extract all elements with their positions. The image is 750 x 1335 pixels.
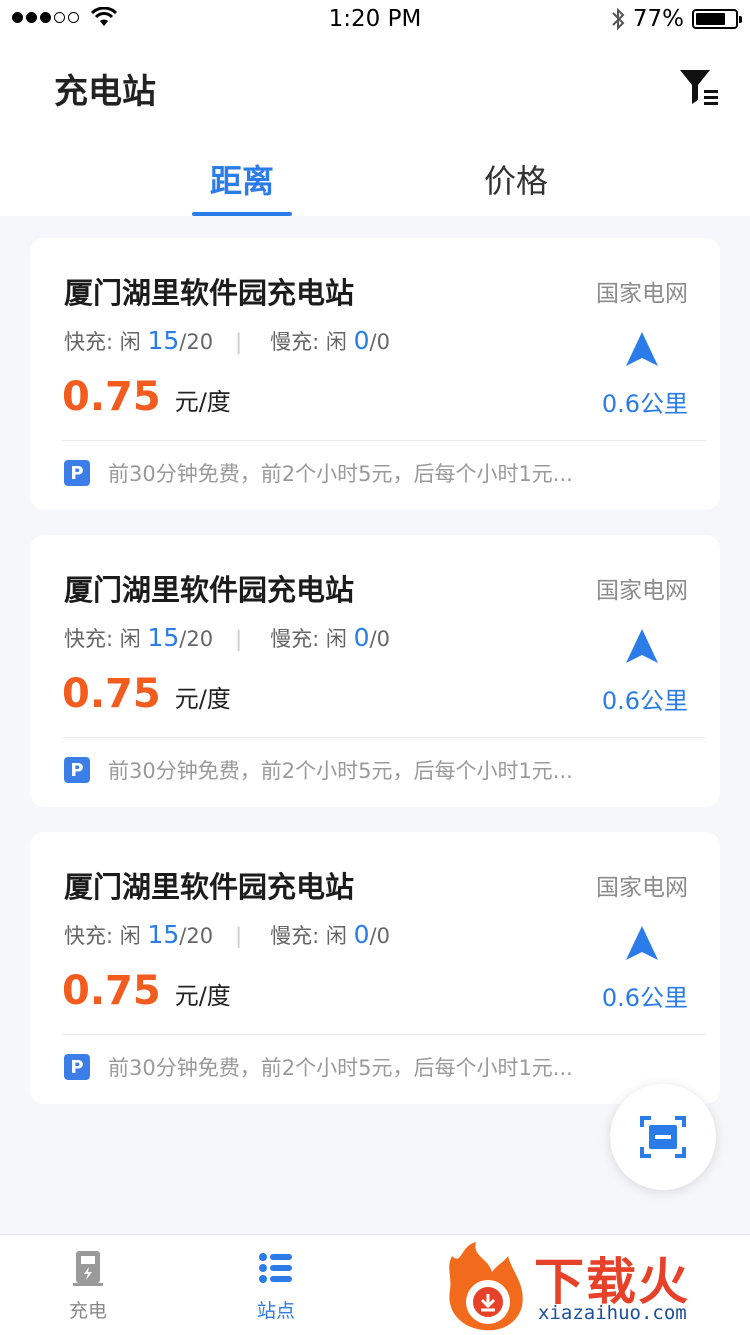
price-row: 0.75 元/度 bbox=[62, 374, 231, 420]
battery-percent: 77% bbox=[632, 6, 684, 32]
tabbar-label-charge: 充电 bbox=[68, 1300, 107, 1322]
parking-note: 前30分钟免费，前2个小时5元，后每个小时1元... bbox=[108, 1056, 573, 1080]
slow-idle-label: 闲 bbox=[325, 330, 347, 354]
station-card[interactable]: 厦门湖里软件园充电站 国家电网 快充: 闲 15/20 | 慢充: 闲 0/0 … bbox=[30, 535, 720, 807]
fast-idle-label: 闲 bbox=[119, 627, 141, 651]
scan-icon bbox=[640, 1116, 686, 1158]
divider bbox=[62, 440, 706, 441]
slow-idle-count: 0 bbox=[353, 623, 370, 652]
battery-fill bbox=[696, 13, 726, 25]
fast-idle-count: 15 bbox=[147, 920, 180, 949]
page-title: 充电站 bbox=[54, 72, 156, 112]
parking-icon: P bbox=[64, 460, 90, 486]
tab-price[interactable]: 价格 bbox=[446, 156, 586, 202]
fast-idle-label: 闲 bbox=[119, 330, 141, 354]
divider bbox=[62, 1034, 706, 1035]
slow-idle-label: 闲 bbox=[325, 627, 347, 651]
fast-charge-label: 快充: bbox=[64, 924, 114, 948]
header: 充电站 距离 价格 bbox=[0, 40, 750, 216]
list-icon bbox=[259, 1253, 292, 1283]
fast-total: /20 bbox=[179, 627, 214, 651]
slow-total: /0 bbox=[369, 924, 390, 948]
status-bar: 1:20 PM 77% bbox=[0, 0, 750, 40]
station-name: 厦门湖里软件园充电站 bbox=[64, 870, 355, 904]
slow-idle-count: 0 bbox=[353, 920, 370, 949]
separator: | bbox=[235, 330, 243, 354]
slow-total: /0 bbox=[369, 330, 390, 354]
station-card[interactable]: 厦门湖里软件园充电站 国家电网 快充: 闲 15/20 | 慢充: 闲 0/0 … bbox=[30, 238, 720, 510]
station-distance[interactable]: 0.6公里 bbox=[602, 978, 688, 1013]
parking-info: P 前30分钟免费，前2个小时5元，后每个小时1元... bbox=[64, 755, 573, 785]
fast-total: /20 bbox=[179, 330, 214, 354]
station-list: 厦门湖里软件园充电站 国家电网 快充: 闲 15/20 | 慢充: 闲 0/0 … bbox=[30, 238, 720, 1129]
watermark-url: xiazaihuo.com bbox=[538, 1302, 687, 1324]
battery-icon bbox=[692, 9, 742, 29]
separator: | bbox=[235, 627, 243, 651]
charger-availability: 快充: 闲 15/20 | 慢充: 闲 0/0 bbox=[64, 623, 390, 653]
price-value: 0.75 bbox=[62, 671, 161, 717]
scan-button[interactable] bbox=[610, 1084, 716, 1190]
price-unit: 元/度 bbox=[174, 685, 231, 713]
station-name: 厦门湖里软件园充电站 bbox=[64, 573, 355, 607]
tabbar-item-charge[interactable]: 充电 bbox=[38, 1249, 138, 1323]
tabbar-item-station[interactable]: 站点 bbox=[226, 1249, 326, 1323]
fast-idle-count: 15 bbox=[147, 326, 180, 355]
charger-availability: 快充: 闲 15/20 | 慢充: 闲 0/0 bbox=[64, 920, 390, 950]
sort-tabs: 距离 价格 bbox=[0, 150, 750, 216]
charging-pile-icon bbox=[73, 1251, 103, 1286]
tab-distance[interactable]: 距离 bbox=[172, 156, 312, 202]
price-value: 0.75 bbox=[62, 968, 161, 1014]
parking-info: P 前30分钟免费，前2个小时5元，后每个小时1元... bbox=[64, 458, 573, 488]
fast-idle-count: 15 bbox=[147, 623, 180, 652]
navigate-arrow-icon[interactable] bbox=[624, 924, 660, 962]
parking-note: 前30分钟免费，前2个小时5元，后每个小时1元... bbox=[108, 462, 573, 486]
price-row: 0.75 元/度 bbox=[62, 671, 231, 717]
price-value: 0.75 bbox=[62, 374, 161, 420]
station-name: 厦门湖里软件园充电站 bbox=[64, 276, 355, 310]
fast-idle-label: 闲 bbox=[119, 924, 141, 948]
slow-charge-label: 慢充: bbox=[270, 924, 320, 948]
fast-charge-label: 快充: bbox=[64, 330, 114, 354]
slow-idle-label: 闲 bbox=[325, 924, 347, 948]
parking-icon: P bbox=[64, 1054, 90, 1080]
slow-total: /0 bbox=[369, 627, 390, 651]
station-operator: 国家电网 bbox=[596, 578, 688, 604]
station-operator: 国家电网 bbox=[596, 875, 688, 901]
parking-icon: P bbox=[64, 757, 90, 783]
price-unit: 元/度 bbox=[174, 388, 231, 416]
fast-charge-label: 快充: bbox=[64, 627, 114, 651]
tab-active-indicator bbox=[192, 212, 292, 216]
navigate-arrow-icon[interactable] bbox=[624, 330, 660, 368]
parking-info: P 前30分钟免费，前2个小时5元，后每个小时1元... bbox=[64, 1052, 573, 1082]
status-right: 77% bbox=[611, 6, 742, 32]
separator: | bbox=[235, 924, 243, 948]
navigate-arrow-icon[interactable] bbox=[624, 627, 660, 665]
price-unit: 元/度 bbox=[174, 982, 231, 1010]
station-card[interactable]: 厦门湖里软件园充电站 国家电网 快充: 闲 15/20 | 慢充: 闲 0/0 … bbox=[30, 832, 720, 1104]
slow-charge-label: 慢充: bbox=[270, 627, 320, 651]
fast-total: /20 bbox=[179, 924, 214, 948]
tabbar-label-station: 站点 bbox=[256, 1300, 295, 1322]
slow-idle-count: 0 bbox=[353, 326, 370, 355]
divider bbox=[62, 737, 706, 738]
price-row: 0.75 元/度 bbox=[62, 968, 231, 1014]
station-operator: 国家电网 bbox=[596, 281, 688, 307]
charger-availability: 快充: 闲 15/20 | 慢充: 闲 0/0 bbox=[64, 326, 390, 356]
station-distance[interactable]: 0.6公里 bbox=[602, 384, 688, 419]
slow-charge-label: 慢充: bbox=[270, 330, 320, 354]
station-distance[interactable]: 0.6公里 bbox=[602, 681, 688, 716]
parking-note: 前30分钟免费，前2个小时5元，后每个小时1元... bbox=[108, 759, 573, 783]
watermark-logo: 下载火 xiazaihuo.com bbox=[442, 1236, 750, 1334]
filter-icon[interactable] bbox=[678, 66, 722, 110]
bluetooth-icon bbox=[612, 7, 625, 31]
flame-logo-icon bbox=[449, 1242, 523, 1331]
